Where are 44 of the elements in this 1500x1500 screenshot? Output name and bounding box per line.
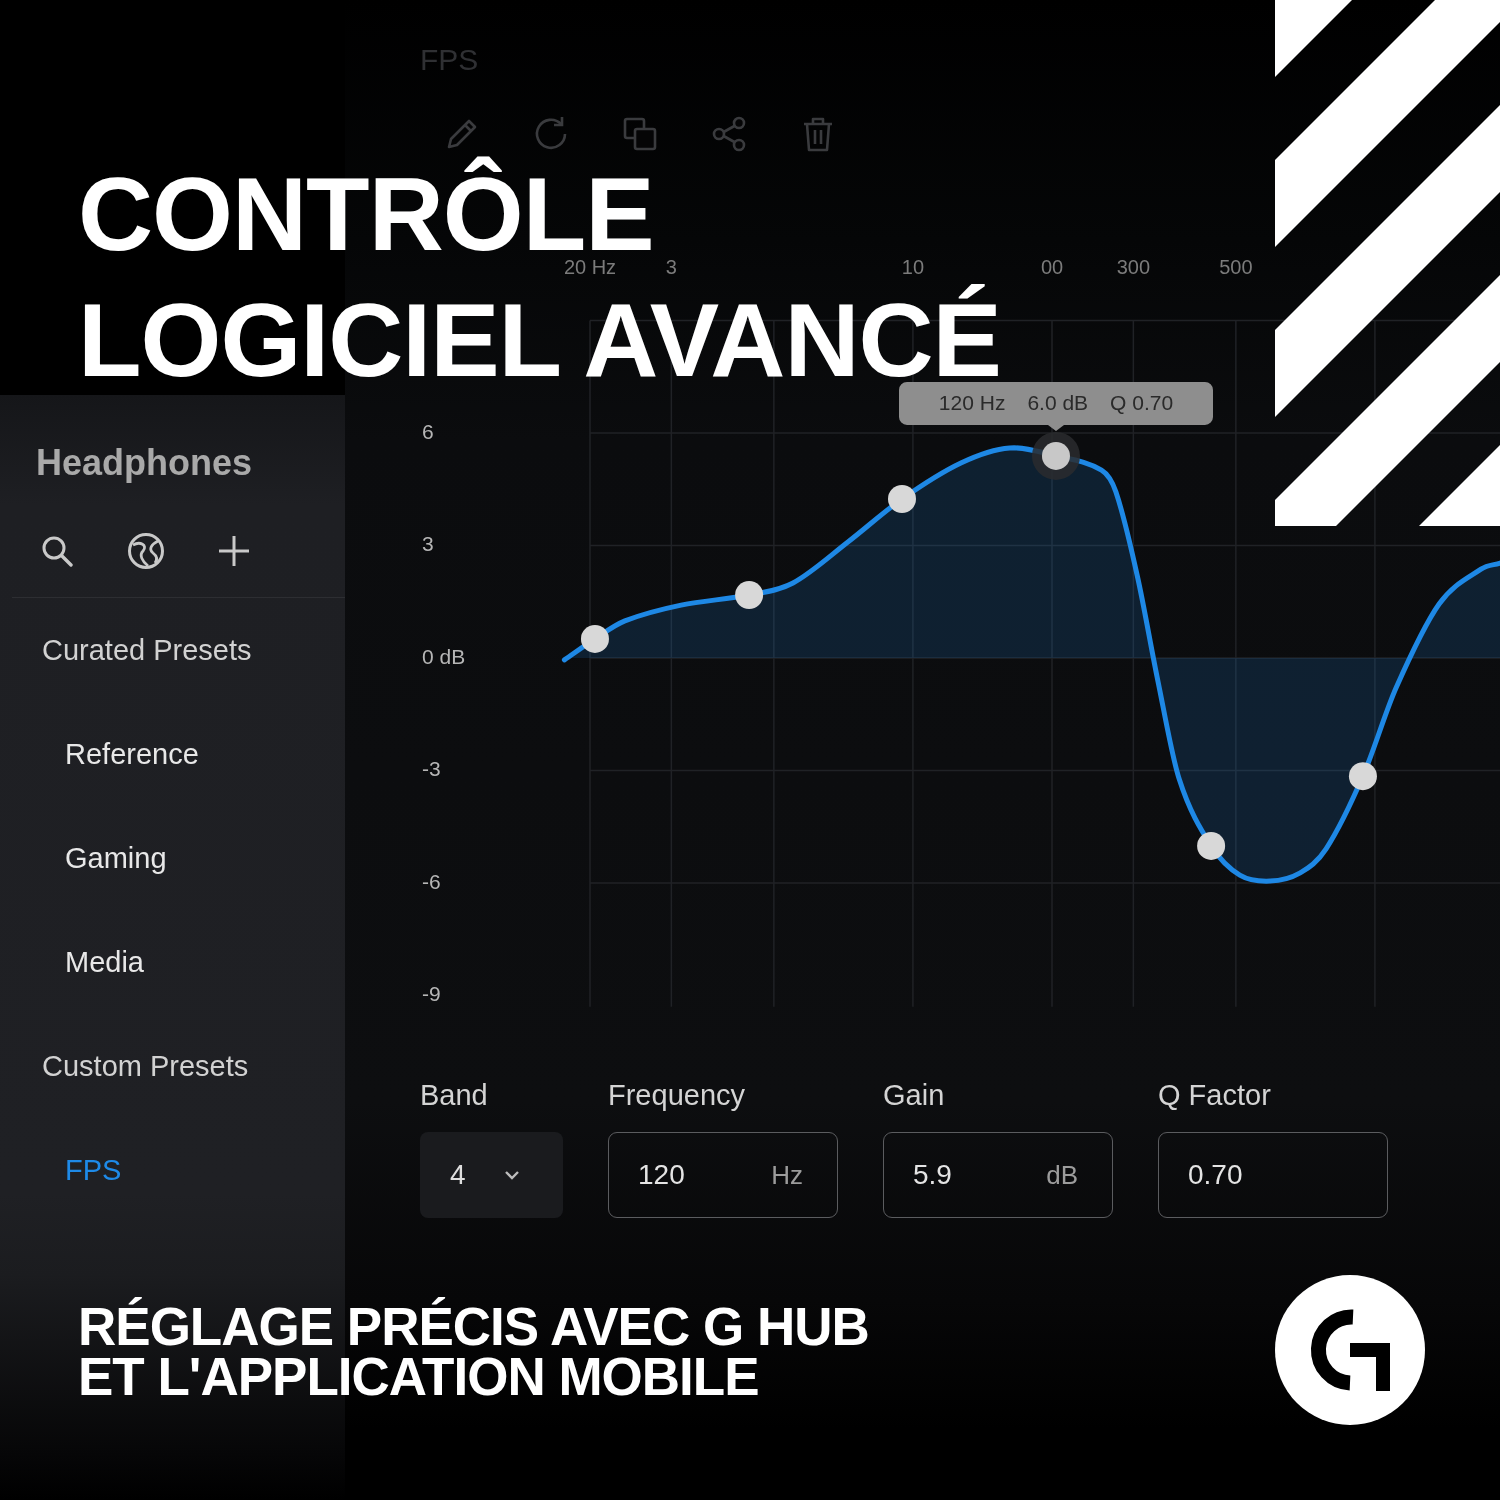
preset-item[interactable]: Reference	[65, 736, 199, 772]
headline: LOGICIEL AVANCÉ	[78, 281, 1001, 380]
field-label: Frequency	[608, 1078, 745, 1112]
plus-icon[interactable]	[217, 534, 251, 568]
axis-tick-label: 3	[665, 256, 677, 278]
tooltip-text: Q 0.70	[1110, 390, 1174, 417]
preset-item[interactable]: FPS	[65, 1152, 122, 1188]
caption-text: RÉGLAGE PRÉCIS AVEC G HUB ET L'APPLICATION MOBILE	[78, 1297, 870, 1402]
axis-tick-label: -9	[422, 982, 441, 1006]
band-handle[interactable]	[580, 624, 609, 653]
number-input-field[interactable]: 120 Hz	[608, 1132, 838, 1218]
section-heading: Curated Presets	[42, 633, 252, 668]
axis-tick-label: 300	[1116, 256, 1151, 278]
axis-tick-label: -6	[422, 869, 441, 893]
search-icon[interactable]	[41, 535, 73, 567]
field-label: Gain	[883, 1078, 945, 1112]
tooltip-text: 120 Hz	[938, 390, 1006, 417]
axis-tick-label: 20 Hz	[563, 256, 617, 278]
axis-tick-label: 6	[422, 419, 434, 443]
axis-tick-label: 3	[422, 532, 434, 556]
preset-item[interactable]: Media	[65, 944, 144, 980]
number-input-field[interactable]: 0.70	[1158, 1132, 1388, 1218]
field-label: Q Factor	[1158, 1078, 1271, 1112]
field-label: Band	[420, 1078, 488, 1112]
band-handle[interactable]	[888, 485, 916, 513]
band-dropdown[interactable]: 4	[420, 1132, 563, 1218]
band-handle[interactable]	[1031, 431, 1080, 480]
tooltip-text: 6.0 dB	[1027, 390, 1089, 417]
axis-tick-label: 10	[901, 256, 925, 278]
sidebar-title: Headphones	[36, 441, 253, 485]
band-handle[interactable]	[1348, 762, 1377, 791]
chevron-down-icon	[503, 1170, 520, 1180]
axis-tick-label: 00	[1040, 256, 1064, 278]
axis-tick-label: 500	[1219, 256, 1253, 278]
section-heading: Custom Presets	[42, 1049, 249, 1084]
globe-icon[interactable]	[127, 532, 165, 570]
axis-tick-label: -3	[422, 757, 441, 781]
band-handle[interactable]	[1197, 831, 1226, 860]
band-handle[interactable]	[735, 581, 764, 609]
headline: CONTRÔLE	[78, 155, 654, 254]
axis-tick-label: 0 dB	[422, 644, 466, 668]
number-input-field[interactable]: 5.9 dB	[883, 1132, 1113, 1218]
preset-item[interactable]: Gaming	[65, 840, 167, 876]
g-logo-icon	[1275, 1275, 1425, 1425]
